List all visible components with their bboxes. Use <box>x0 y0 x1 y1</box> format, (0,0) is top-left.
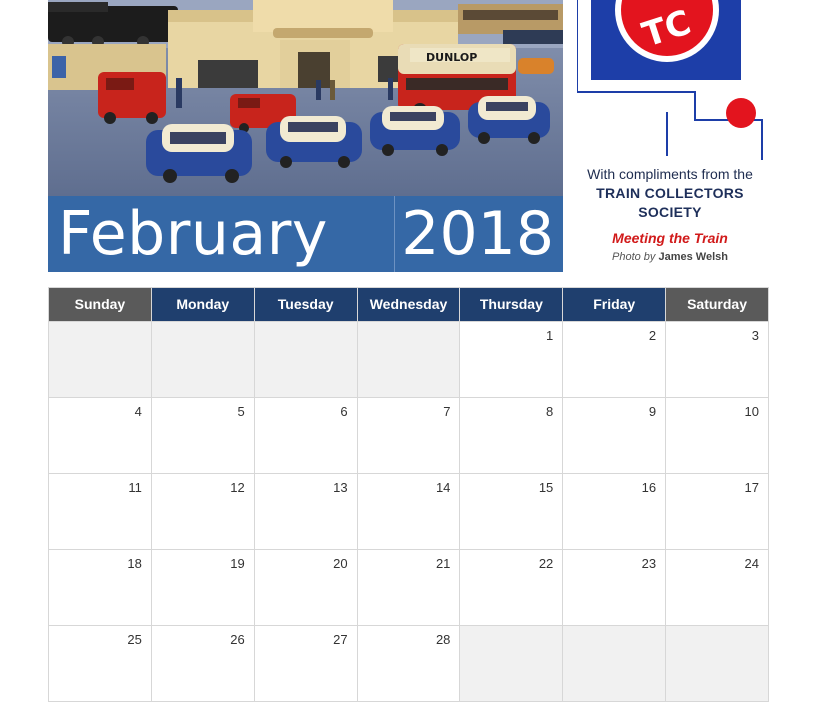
day-cell: 21 <box>357 550 461 626</box>
day-cell: 19 <box>151 550 255 626</box>
day-cell: 6 <box>254 398 358 474</box>
compliments-text: With compliments from the <box>587 166 753 182</box>
day-number: 28 <box>435 632 451 647</box>
day-number: 20 <box>333 556 348 571</box>
day-header-thursday: Thursday <box>460 288 564 322</box>
day-cell <box>460 626 564 702</box>
society-name-line2: SOCIETY <box>638 204 702 220</box>
day-cell: 20 <box>254 550 358 626</box>
photographer-name: James Welsh <box>658 251 728 263</box>
day-header-wednesday: Wednesday <box>357 288 461 322</box>
day-cell: 2 <box>563 322 667 398</box>
day-number: 18 <box>127 556 142 571</box>
day-number: 27 <box>333 632 348 647</box>
month-banner: February 2018 <box>48 196 563 272</box>
day-cell: 28 <box>357 626 461 702</box>
day-cell <box>151 322 255 398</box>
day-cell: 22 <box>460 550 564 626</box>
day-number: 4 <box>134 404 142 419</box>
day-cell <box>357 322 461 398</box>
tcs-logo-graphic: TC <box>576 0 767 160</box>
day-cell: 7 <box>357 398 461 474</box>
day-number: 11 <box>128 480 142 495</box>
day-cell: 10 <box>666 398 769 474</box>
photo-credit-label: Photo by <box>612 251 656 263</box>
day-header-friday: Friday <box>563 288 667 322</box>
day-cell: 23 <box>563 550 667 626</box>
day-cell: 15 <box>460 474 564 550</box>
society-name-line1: TRAIN COLLECTORS <box>596 185 744 201</box>
day-cell: 4 <box>49 398 152 474</box>
day-cell: 5 <box>151 398 255 474</box>
day-number: 8 <box>546 404 554 419</box>
day-number: 16 <box>641 480 657 495</box>
day-cell: 18 <box>49 550 152 626</box>
day-number: 26 <box>230 632 245 647</box>
day-number: 6 <box>340 404 348 419</box>
day-number: 19 <box>230 556 245 571</box>
banner-divider <box>394 196 395 272</box>
day-cell <box>49 322 152 398</box>
day-number: 25 <box>127 632 142 647</box>
year-label: 2018 <box>401 199 554 269</box>
day-cell: 27 <box>254 626 358 702</box>
bus-sign: DUNLOP <box>426 51 477 64</box>
day-cell: 13 <box>254 474 358 550</box>
society-logo: TC <box>576 0 767 160</box>
day-cell <box>254 322 358 398</box>
day-number: 21 <box>435 556 451 571</box>
photo-credit: Photo by James Welsh <box>573 249 767 265</box>
day-number: 7 <box>443 404 451 419</box>
day-number: 5 <box>237 404 245 419</box>
day-cell: 11 <box>49 474 152 550</box>
day-number: 24 <box>744 556 759 571</box>
day-cell <box>666 626 769 702</box>
day-number: 9 <box>648 404 657 419</box>
day-number: 1 <box>546 328 554 343</box>
day-cell: 24 <box>666 550 769 626</box>
day-number: 15 <box>538 480 554 495</box>
day-header-monday: Monday <box>151 288 255 322</box>
credits-block: With compliments from the TRAIN COLLECTO… <box>573 164 767 265</box>
day-cell: 26 <box>151 626 255 702</box>
day-number: 17 <box>744 480 759 495</box>
day-cell: 9 <box>563 398 667 474</box>
photo-caption: Meeting the Train <box>612 230 728 246</box>
day-header-tuesday: Tuesday <box>254 288 358 322</box>
header-photo: DUNLOP <box>48 0 563 196</box>
day-number: 14 <box>435 480 451 495</box>
day-number: 12 <box>230 480 245 495</box>
day-cell: 17 <box>666 474 769 550</box>
day-number: 23 <box>641 556 657 571</box>
day-cell: 1 <box>460 322 564 398</box>
day-header-sunday: Sunday <box>49 288 152 322</box>
day-cell: 16 <box>563 474 667 550</box>
day-cell: 8 <box>460 398 564 474</box>
toy-diorama-photo: DUNLOP <box>48 0 563 196</box>
day-cell: 14 <box>357 474 461 550</box>
day-number: 2 <box>648 328 657 343</box>
day-cell: 3 <box>666 322 769 398</box>
calendar-grid: Sunday Monday Tuesday Wednesday Thursday… <box>48 287 769 702</box>
day-number: 13 <box>333 480 348 495</box>
day-header-saturday: Saturday <box>666 288 769 322</box>
day-cell: 25 <box>49 626 152 702</box>
day-number: 10 <box>744 404 759 419</box>
day-number: 3 <box>751 328 759 343</box>
month-name: February <box>58 199 328 269</box>
day-number: 22 <box>538 556 554 571</box>
day-cell <box>563 626 667 702</box>
day-cell: 12 <box>151 474 255 550</box>
